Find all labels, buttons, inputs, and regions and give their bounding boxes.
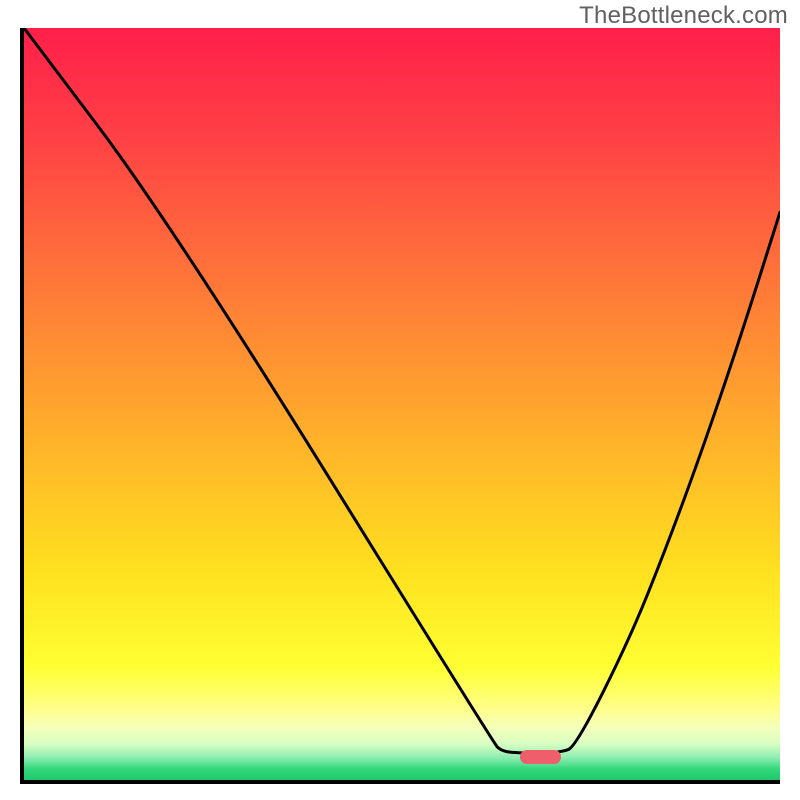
plot-area <box>24 28 780 780</box>
minimum-marker <box>520 750 561 764</box>
watermark-text: TheBottleneck.com <box>579 2 788 30</box>
plot-frame <box>20 28 780 784</box>
curve-line <box>24 28 780 780</box>
chart-container: TheBottleneck.com <box>0 0 800 800</box>
